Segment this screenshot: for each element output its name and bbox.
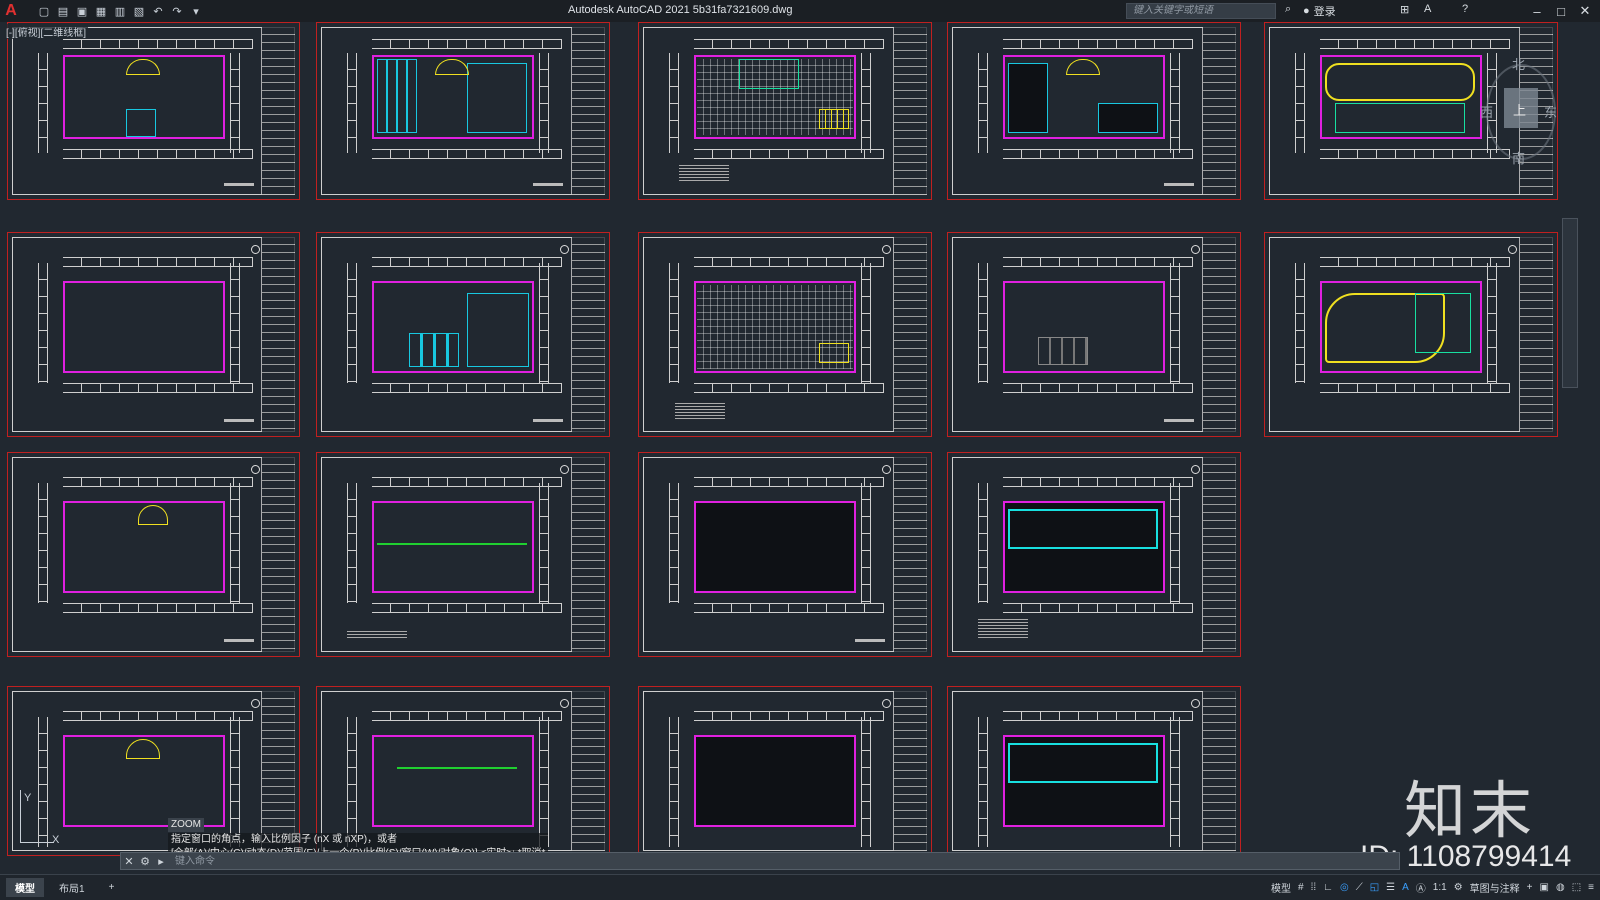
minimize-button[interactable]: – xyxy=(1526,2,1548,20)
workspace-gear-icon[interactable]: ⚙ xyxy=(1454,882,1463,893)
ucs-x-label: X xyxy=(52,834,60,846)
window-title: Autodesk AutoCAD 2021 5b31fa7321609.dwg xyxy=(568,4,793,16)
drawing-sheet-14[interactable] xyxy=(947,452,1241,657)
drawing-sheet-2[interactable] xyxy=(316,22,610,200)
compass-east[interactable]: 东 xyxy=(1544,102,1557,121)
drawing-sheet-6[interactable] xyxy=(7,232,300,437)
autocad-app-icon[interactable]: A xyxy=(0,0,22,22)
saveas-icon[interactable]: ▦ xyxy=(93,3,109,19)
ortho-icon[interactable]: ∟ xyxy=(1323,882,1333,893)
hardware-accel-icon[interactable]: ▣ xyxy=(1540,882,1549,893)
viewcube-top-label[interactable]: 上 xyxy=(1513,100,1526,119)
drawing-canvas[interactable] xyxy=(0,22,1600,856)
viewcube[interactable]: 北 西 东 南 上 xyxy=(1480,48,1560,178)
compass-west[interactable]: 西 xyxy=(1480,102,1493,121)
clean-screen-icon[interactable]: ⬚ xyxy=(1572,882,1581,893)
maximize-button[interactable]: □ xyxy=(1550,2,1572,20)
command-prompt-icon[interactable]: ▸ xyxy=(153,855,169,868)
osnap-icon[interactable]: ◱ xyxy=(1370,882,1379,893)
more-icon[interactable]: ▾ xyxy=(188,3,204,19)
publish-icon[interactable]: ▥ xyxy=(112,3,128,19)
tab-model[interactable]: 模型 xyxy=(6,878,44,897)
plot-icon[interactable]: ▧ xyxy=(131,3,147,19)
help-icon[interactable]: ? xyxy=(1462,3,1468,15)
drawing-sheet-18[interactable] xyxy=(947,686,1241,856)
viewport-controls[interactable]: [-][俯视][二维线框] xyxy=(4,24,88,39)
customization-icon[interactable]: ≡ xyxy=(1588,882,1594,893)
command-tag: ZOOM xyxy=(168,818,204,832)
drawing-sheet-1[interactable] xyxy=(7,22,300,200)
ucs-icon: Y X xyxy=(14,790,59,850)
drawing-sheet-13[interactable] xyxy=(638,452,932,657)
drawing-sheet-12[interactable] xyxy=(316,452,610,657)
command-input[interactable] xyxy=(169,854,1399,868)
isolate-icon[interactable]: ◍ xyxy=(1556,882,1565,893)
new-icon[interactable]: ▢ xyxy=(36,3,52,19)
login-button[interactable]: ● 登录 xyxy=(1303,3,1336,19)
lineweight-icon[interactable]: ☰ xyxy=(1386,882,1395,893)
add-layout-button[interactable]: + xyxy=(100,880,124,895)
drawing-sheet-7[interactable] xyxy=(316,232,610,437)
compass-south[interactable]: 南 xyxy=(1512,148,1525,167)
annotation-scale[interactable]: 1:1 xyxy=(1433,882,1447,893)
workspace-switch[interactable]: 草图与注释 xyxy=(1470,880,1520,895)
command-prompt-line1: 指定窗口的角点，输入比例因子 (nX 或 nXP)，或者 xyxy=(168,833,549,847)
autoscale-icon[interactable]: Ⓐ xyxy=(1416,880,1426,895)
drawing-sheet-17[interactable] xyxy=(638,686,932,856)
user-icon: ● xyxy=(1303,5,1310,17)
close-command-icon[interactable]: ✕ xyxy=(121,855,137,868)
title-bar: A ▢ ▤ ▣ ▦ ▥ ▧ ↶ ↷ ▾ Autodesk AutoCAD 202… xyxy=(0,0,1600,22)
drawing-sheet-9[interactable] xyxy=(947,232,1241,437)
compass-north[interactable]: 北 xyxy=(1512,54,1525,73)
customize-icon[interactable]: ⚙ xyxy=(137,855,153,868)
close-button[interactable]: ✕ xyxy=(1574,2,1596,20)
open-icon[interactable]: ▤ xyxy=(55,3,71,19)
add-icon[interactable]: + xyxy=(1527,882,1533,893)
command-line: ✕ ⚙ ▸ xyxy=(120,852,1400,870)
status-toggles: 模型 # ⁞⁞ ∟ ◎ ⟋ ◱ ☰ A Ⓐ 1:1 ⚙ 草图与注释 + ▣ ◍ … xyxy=(1271,880,1594,895)
isodraft-icon[interactable]: ⟋ xyxy=(1356,882,1363,893)
grid-icon[interactable]: # xyxy=(1298,882,1304,893)
watermark-logo: 知末 xyxy=(1404,777,1537,846)
drawing-sheet-4[interactable] xyxy=(947,22,1241,200)
status-bar: 模型 布局1 + 模型 # ⁞⁞ ∟ ◎ ⟋ ◱ ☰ A Ⓐ 1:1 ⚙ 草图与… xyxy=(0,874,1600,900)
drawing-sheet-3[interactable] xyxy=(638,22,932,200)
navigation-bar[interactable] xyxy=(1562,218,1578,388)
drawing-sheet-11[interactable] xyxy=(7,452,300,657)
model-space-button[interactable]: 模型 xyxy=(1271,880,1291,895)
tab-layout1[interactable]: 布局1 xyxy=(50,878,94,897)
search-input[interactable]: 键入关键字或短语 xyxy=(1126,3,1276,19)
drawing-sheet-10[interactable] xyxy=(1264,232,1558,437)
snap-icon[interactable]: ⁞⁞ xyxy=(1311,882,1317,893)
ucs-y-label: Y xyxy=(24,792,32,804)
quick-access-toolbar: ▢ ▤ ▣ ▦ ▥ ▧ ↶ ↷ ▾ xyxy=(36,3,204,19)
save-icon[interactable]: ▣ xyxy=(74,3,90,19)
polar-icon[interactable]: ◎ xyxy=(1340,882,1349,893)
search-icon[interactable]: ⌕ xyxy=(1285,3,1291,16)
cart-icon[interactable]: ⊞ xyxy=(1400,3,1409,16)
redo-icon[interactable]: ↷ xyxy=(169,3,185,19)
drawing-sheet-8[interactable] xyxy=(638,232,932,437)
autodesk-app-icon[interactable]: A xyxy=(1424,3,1431,15)
undo-icon[interactable]: ↶ xyxy=(150,3,166,19)
login-label: 登录 xyxy=(1313,6,1336,18)
annotation-visibility-icon[interactable]: A xyxy=(1402,882,1409,893)
